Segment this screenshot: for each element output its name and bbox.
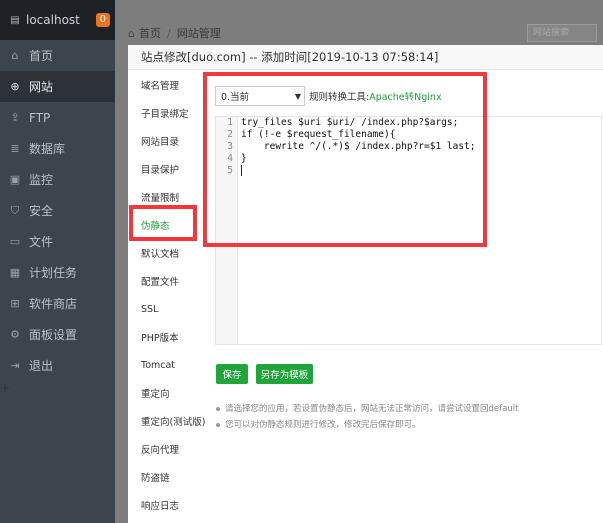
logout-icon: ⇥ [10,359,20,372]
tab-1[interactable]: 子目录绑定 [128,99,208,127]
sidebar-nav: ⌂ 首页 ⊕ 网站 ⇪ FTP ≣ 数据库 ▣ 监控 ⛉ 安全 ▭ 文件 ▦ 计划任务 ⊞ 软件商店 ⚙ 面板设置 ⇥ 退… [0,40,115,381]
sidebar-item-label: 网站 [29,80,54,94]
converter-label: 规则转换工具: [309,92,370,103]
sidebar-item-10[interactable]: ⇥ 退出 [0,350,115,381]
code-text: } [241,153,247,164]
code-line: try_files $uri $uri/ /index.php?$args; [241,117,601,129]
sidebar-item-3[interactable]: ≣ 数据库 [0,133,115,164]
chevron-down-icon: ▼ [294,91,301,101]
sidebar-item-label: 数据库 [29,142,66,156]
tab-8[interactable]: SSL [128,295,208,323]
rewrite-panel: 0.当前 ▼ 规则转换工具: Apache转Nginx 12345 try_fi… [213,71,603,523]
tab-0[interactable]: 域名管理 [128,71,208,99]
notification-badge[interactable]: 0 [95,13,110,27]
sidebar-item-label: 退出 [29,359,54,373]
code-text: try_files $uri $uri/ /index.php?$args; [241,117,459,128]
tab-12[interactable]: 重定向(测试版) [128,407,208,435]
rewrite-code-editor[interactable]: 12345 try_files $uri $uri/ /index.php?$a… [215,116,602,345]
sidebar-item-label: FTP [29,110,51,125]
breadcrumb-current: 网站管理 [176,27,221,40]
tip-text: 您可以对伪静态规则进行修改，修改完后保存即可。 [225,420,421,430]
tab-7[interactable]: 配置文件 [128,267,208,295]
tab-4[interactable]: 流量限制 [128,183,208,211]
bullet-icon [216,423,220,427]
code-area[interactable]: try_files $uri $uri/ /index.php?$args; if… [241,117,601,344]
globe-icon: ⊕ [10,80,20,93]
calendar-icon: ▦ [9,266,21,279]
code-line [241,165,601,177]
sidebar-item-6[interactable]: ▭ 文件 [0,226,115,257]
breadcrumb-home[interactable]: 首页 [139,25,161,41]
select-value: 0.当前 [221,92,250,103]
code-text: rewrite ^/(.*)$ /index.php?r=$1 last; [241,141,476,152]
tip-item: 请选择您的应用，若设置伪静态后，网站无法正常访问，请尝试设置回default [216,401,518,417]
save-as-template-button[interactable]: 另存为模板 [256,364,313,384]
sidebar-item-label: 软件商店 [29,297,78,311]
save-button[interactable]: 保存 [216,364,248,384]
line-number-gutter: 12345 [216,117,238,344]
sidebar-item-label: 计划任务 [29,266,78,280]
tab-11[interactable]: 重定向 [128,379,208,407]
tips-list: 请选择您的应用，若设置伪静态后，网站无法正常访问，请尝试设置回default 您可… [216,401,518,433]
add-shortcut-button[interactable]: + [0,381,115,395]
sidebar-item-label: 面板设置 [29,328,78,342]
converter-link[interactable]: Apache转Nginx [369,89,441,103]
tab-10[interactable]: Tomcat [128,351,208,379]
sidebar-item-label: 文件 [29,235,54,249]
sidebar-host[interactable]: ▤ localhost 0 [0,0,115,40]
sidebar-item-5[interactable]: ⛉ 安全 [0,195,115,226]
line-number: 5 [227,165,233,176]
rewrite-template-select[interactable]: 0.当前 ▼ [215,86,305,106]
line-number: 4 [227,153,233,164]
line-number: 3 [227,141,233,152]
tip-item: 您可以对伪静态规则进行修改，修改完后保存即可。 [216,417,518,433]
sidebar-item-0[interactable]: ⌂ 首页 [0,40,115,71]
gear-icon: ⚙ [10,328,20,341]
shield-icon: ⛉ [10,203,20,217]
database-icon: ≣ [10,142,20,155]
tab-9[interactable]: PHP版本 [128,323,208,351]
background-search-input: 网站搜索 [527,24,597,42]
sidebar: ▤ localhost 0 ⌂ 首页 ⊕ 网站 ⇪ FTP ≣ 数据库 ▣ 监控 ⛉ 安全 ▭ 文件 ▦ 计划… [0,0,115,523]
tab-3[interactable]: 目录保护 [128,155,208,183]
tab-5[interactable]: 伪静态 [128,211,208,239]
code-line: if (!-e $request_filename){ [241,129,601,141]
breadcrumb-separator: / [166,26,171,40]
line-number: 2 [227,129,233,140]
home-icon: ⌂ [11,49,19,62]
tip-text: 请选择您的应用，若设置伪静态后，网站无法正常访问，请尝试设置回default [225,404,519,414]
code-text: if (!-e $request_filename){ [241,129,396,140]
sidebar-item-9[interactable]: ⚙ 面板设置 [0,319,115,350]
rewrite-toolbar: 0.当前 ▼ 规则转换工具: Apache转Nginx [215,85,442,107]
sidebar-item-7[interactable]: ▦ 计划任务 [0,257,115,288]
tab-2[interactable]: 网站目录 [128,127,208,155]
sidebar-item-4[interactable]: ▣ 监控 [0,164,115,195]
grid-icon: ⊞ [10,297,20,310]
tab-14[interactable]: 防盗链 [128,463,208,491]
home-icon: ⌂ [128,26,135,40]
sidebar-item-label: 监控 [29,173,54,187]
site-edit-modal: 站点修改[duo.com] -- 添加时间[2019-10-13 07:58:1… [128,45,603,523]
tab-13[interactable]: 反向代理 [128,435,208,463]
code-line: rewrite ^/(.*)$ /index.php?r=$1 last; [241,141,601,153]
sidebar-item-label: 安全 [29,204,54,218]
sidebar-item-2[interactable]: ⇪ FTP [0,102,115,133]
tab-6[interactable]: 默认文档 [128,239,208,267]
server-icon: ▤ [10,14,20,26]
modal-tabs: 域名管理 子目录绑定 网站目录 目录保护 流量限制 伪静态 默认文档 配置文件 SSL PHP版本… [128,71,208,519]
bullet-icon [216,407,220,411]
code-line: } [241,153,601,165]
sidebar-item-8[interactable]: ⊞ 软件商店 [0,288,115,319]
sidebar-item-1[interactable]: ⊕ 网站 [0,71,115,102]
modal-title: 站点修改[duo.com] -- 添加时间[2019-10-13 07:58:1… [128,45,603,70]
sidebar-item-label: 首页 [29,49,54,63]
host-name: localhost [26,13,80,27]
folder-icon: ▭ [9,235,21,248]
line-number: 1 [227,117,233,128]
tab-15[interactable]: 响应日志 [128,491,208,519]
text-cursor [241,165,242,176]
ftp-icon: ⇪ [10,111,20,124]
monitor-icon: ▣ [9,173,21,186]
